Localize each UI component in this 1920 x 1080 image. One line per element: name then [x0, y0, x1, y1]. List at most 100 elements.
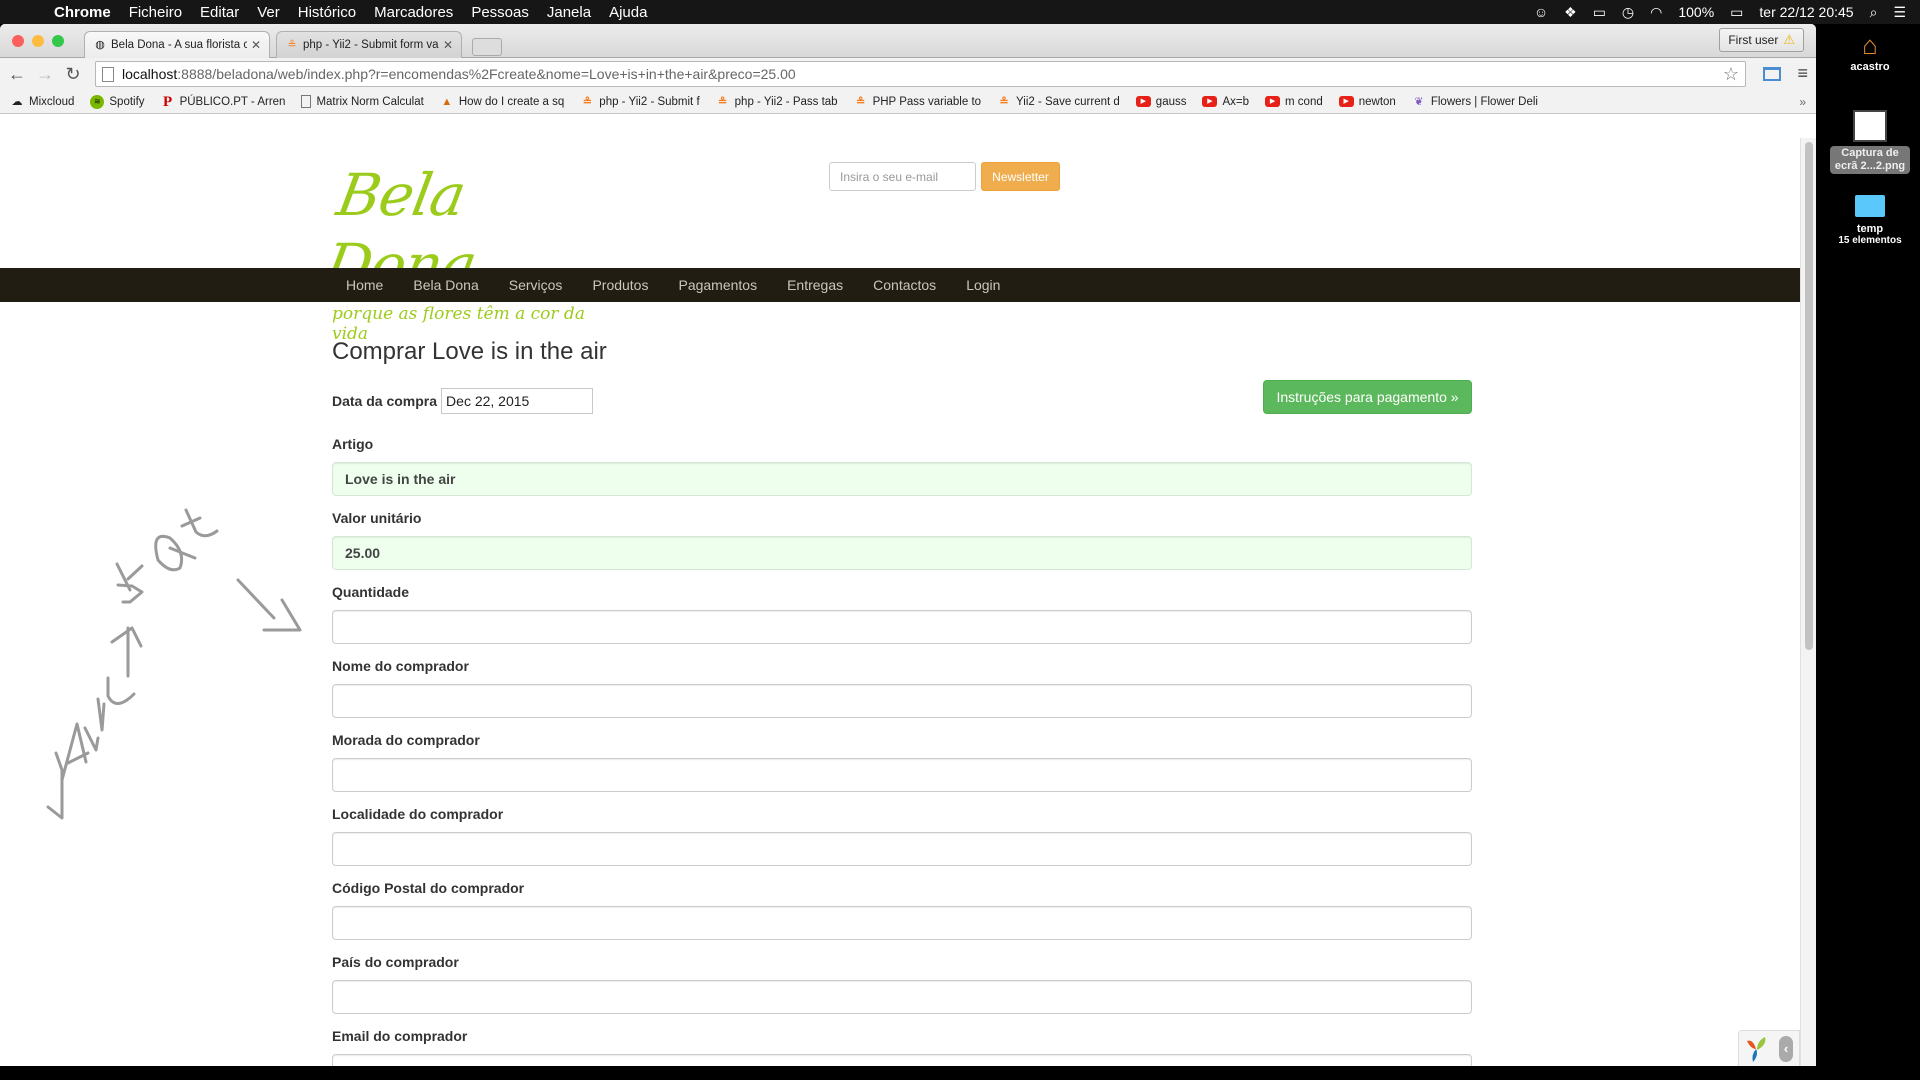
url-host: localhost [122, 66, 178, 82]
bookmark-item[interactable]: ☁ Mixcloud [10, 95, 75, 109]
address-bar[interactable]: localhost:8888/beladona/web/index.php?r=… [95, 61, 1746, 87]
nav-login[interactable]: Login [966, 277, 1000, 293]
bookmark-item[interactable]: ▶ newton [1338, 95, 1396, 108]
bookmark-item[interactable]: ≗ php - Yii2 - Submit f [580, 95, 700, 109]
field-label: Valor unitário [332, 510, 422, 526]
scrollbar-thumb[interactable] [1805, 142, 1813, 650]
menu-editar[interactable]: Editar [200, 4, 239, 21]
artigo-input[interactable]: Love is in the air [332, 462, 1472, 496]
close-tab-icon[interactable]: ✕ [443, 38, 453, 52]
bookmark-item[interactable]: ≗ php - Yii2 - Pass tab [716, 95, 838, 109]
tab-title: Bela Dona - A sua florista c [111, 39, 247, 51]
nav-servicos[interactable]: Serviços [509, 277, 563, 293]
nome-comprador-input[interactable] [332, 684, 1472, 718]
site-logo[interactable]: Bela Dona porque as flores têm a cor da … [320, 160, 602, 344]
desktop-icon-screenshot[interactable]: Captura de ecrã 2...2.png [1820, 110, 1920, 174]
desktop-icon-temp[interactable]: temp 15 elementos [1820, 195, 1920, 246]
stackoverflow-icon: ≗ [718, 95, 728, 108]
window-controls [12, 35, 64, 47]
menu-ajuda[interactable]: Ajuda [609, 4, 647, 21]
valor-unitario-input[interactable]: 25.00 [332, 536, 1472, 570]
menu-app-name[interactable]: Chrome [54, 4, 111, 21]
more-bookmarks-icon[interactable]: » [1799, 95, 1806, 109]
tab-stackoverflow[interactable]: ≗ php - Yii2 - Submit form va ✕ [276, 31, 462, 58]
expand-toolbar-icon[interactable]: ‹ [1779, 1035, 1793, 1062]
annotation-letter-e [106, 676, 136, 705]
spotlight-icon[interactable]: ⌕ [1870, 4, 1878, 21]
payment-instructions-button[interactable]: Instruções para pagamento » [1263, 380, 1472, 414]
minimize-window-button[interactable] [32, 35, 44, 47]
url-path: :8888/beladona/web/index.php?r=encomenda… [177, 66, 796, 82]
bookmark-label: PÚBLICO.PT - Arren [179, 95, 286, 108]
wifi-icon[interactable]: ◠ [1650, 4, 1662, 21]
tab-bela-dona[interactable]: ◍ Bela Dona - A sua florista c ✕ [84, 31, 270, 58]
pais-comprador-input[interactable] [332, 980, 1472, 1014]
codigo-postal-comprador-input[interactable] [332, 906, 1472, 940]
dropbox-icon[interactable]: ❖ [1564, 4, 1577, 21]
bookmark-item[interactable]: ▶ gauss [1135, 96, 1186, 108]
menu-ficheiro[interactable]: Ficheiro [129, 4, 182, 21]
nav-entregas[interactable]: Entregas [787, 277, 843, 293]
airplay-icon[interactable]: ▭ [1593, 4, 1606, 21]
bookmark-item[interactable]: ▲ How do I create a sq [440, 95, 564, 109]
purchase-date-input[interactable]: Dec 22, 2015 [441, 388, 594, 414]
bookmark-label: m cond [1285, 95, 1323, 108]
bookmark-star-icon[interactable]: ☆ [1723, 64, 1739, 85]
menu-janela[interactable]: Janela [547, 4, 591, 21]
battery-percent[interactable]: 100% [1678, 4, 1714, 20]
new-tab-button[interactable] [472, 38, 502, 56]
menu-historico[interactable]: Histórico [298, 4, 356, 21]
bookmark-item[interactable]: ▶ Ax=b [1202, 96, 1249, 108]
browser-toolbar: ← → ↻ localhost:8888/beladona/web/index.… [0, 58, 1816, 90]
annotation-letter-v [46, 751, 64, 820]
finder-icon[interactable]: ☺ [1534, 4, 1548, 20]
annotation-digit-5 [115, 562, 144, 604]
newsletter-button[interactable]: Newsletter [981, 162, 1060, 191]
bookmark-label: newton [1358, 95, 1396, 108]
clock[interactable]: ter 22/12 20:45 [1759, 4, 1853, 20]
bookmark-item[interactable]: ≗ Yii2 - Save current d [997, 95, 1120, 109]
bookmark-item[interactable]: ❦ Flowers | Flower Deli [1412, 95, 1538, 109]
menu-pessoas[interactable]: Pessoas [471, 4, 529, 21]
zoom-window-button[interactable] [52, 35, 64, 47]
close-window-button[interactable] [12, 35, 24, 47]
home-folder-icon: ⌂ [1862, 30, 1878, 60]
bookmarks-bar: ☁ Mixcloud ≋ Spotify P PÚBLICO.PT - Arren M… [0, 90, 1816, 114]
newsletter-email-input[interactable]: Insira o seu e-mail [829, 162, 976, 191]
email-comprador-input[interactable] [332, 1054, 1472, 1066]
reload-icon[interactable]: ↻ [62, 64, 84, 85]
bookmark-item[interactable]: ▶ m cond [1265, 96, 1323, 108]
quantidade-input[interactable] [332, 610, 1472, 644]
forward-icon[interactable]: → [34, 64, 56, 85]
menu-ver[interactable]: Ver [257, 4, 280, 21]
nav-bela-dona[interactable]: Bela Dona [413, 277, 478, 293]
desktop-icon-home[interactable]: ⌂ acastro [1820, 30, 1920, 73]
close-tab-icon[interactable]: ✕ [251, 38, 261, 52]
back-icon[interactable]: ← [6, 64, 28, 85]
nav-produtos[interactable]: Produtos [592, 277, 648, 293]
nav-home[interactable]: Home [346, 277, 383, 293]
bookmark-item[interactable]: ≗ PHP Pass variable to [854, 95, 981, 109]
localidade-comprador-input[interactable] [332, 832, 1472, 866]
notification-center-icon[interactable]: ☰ [1893, 4, 1906, 21]
morada-comprador-input[interactable] [332, 758, 1472, 792]
yii-debug-toolbar[interactable]: ‹ [1738, 1030, 1800, 1066]
folder-icon [1855, 195, 1885, 217]
field-label: Morada do comprador [332, 732, 480, 748]
bookmark-item[interactable]: Matrix Norm Calculat [301, 95, 424, 108]
bookmark-item[interactable]: P PÚBLICO.PT - Arren [161, 94, 286, 109]
main-nav: Home Bela Dona Serviços Produtos Pagamen… [0, 268, 1800, 302]
cast-icon[interactable] [1763, 66, 1782, 81]
desktop-icon-label: Captura de ecrã 2...2.png [1830, 146, 1910, 174]
menu-icon[interactable]: ≡ [1797, 63, 1808, 84]
bookmark-label: Yii2 - Save current d [1016, 95, 1120, 108]
nav-pagamentos[interactable]: Pagamentos [678, 277, 757, 293]
web-page: Bela Dona porque as flores têm a cor da … [0, 138, 1800, 1066]
nav-contactos[interactable]: Contactos [873, 277, 936, 293]
profile-button[interactable]: First user ⚠ [1719, 28, 1804, 52]
time-machine-icon[interactable]: ◷ [1622, 4, 1634, 21]
menu-marcadores[interactable]: Marcadores [374, 4, 453, 21]
bookmark-item[interactable]: ≋ Spotify [90, 94, 145, 109]
battery-icon[interactable]: ▭ [1730, 4, 1743, 21]
page-scrollbar[interactable] [1800, 138, 1816, 1066]
